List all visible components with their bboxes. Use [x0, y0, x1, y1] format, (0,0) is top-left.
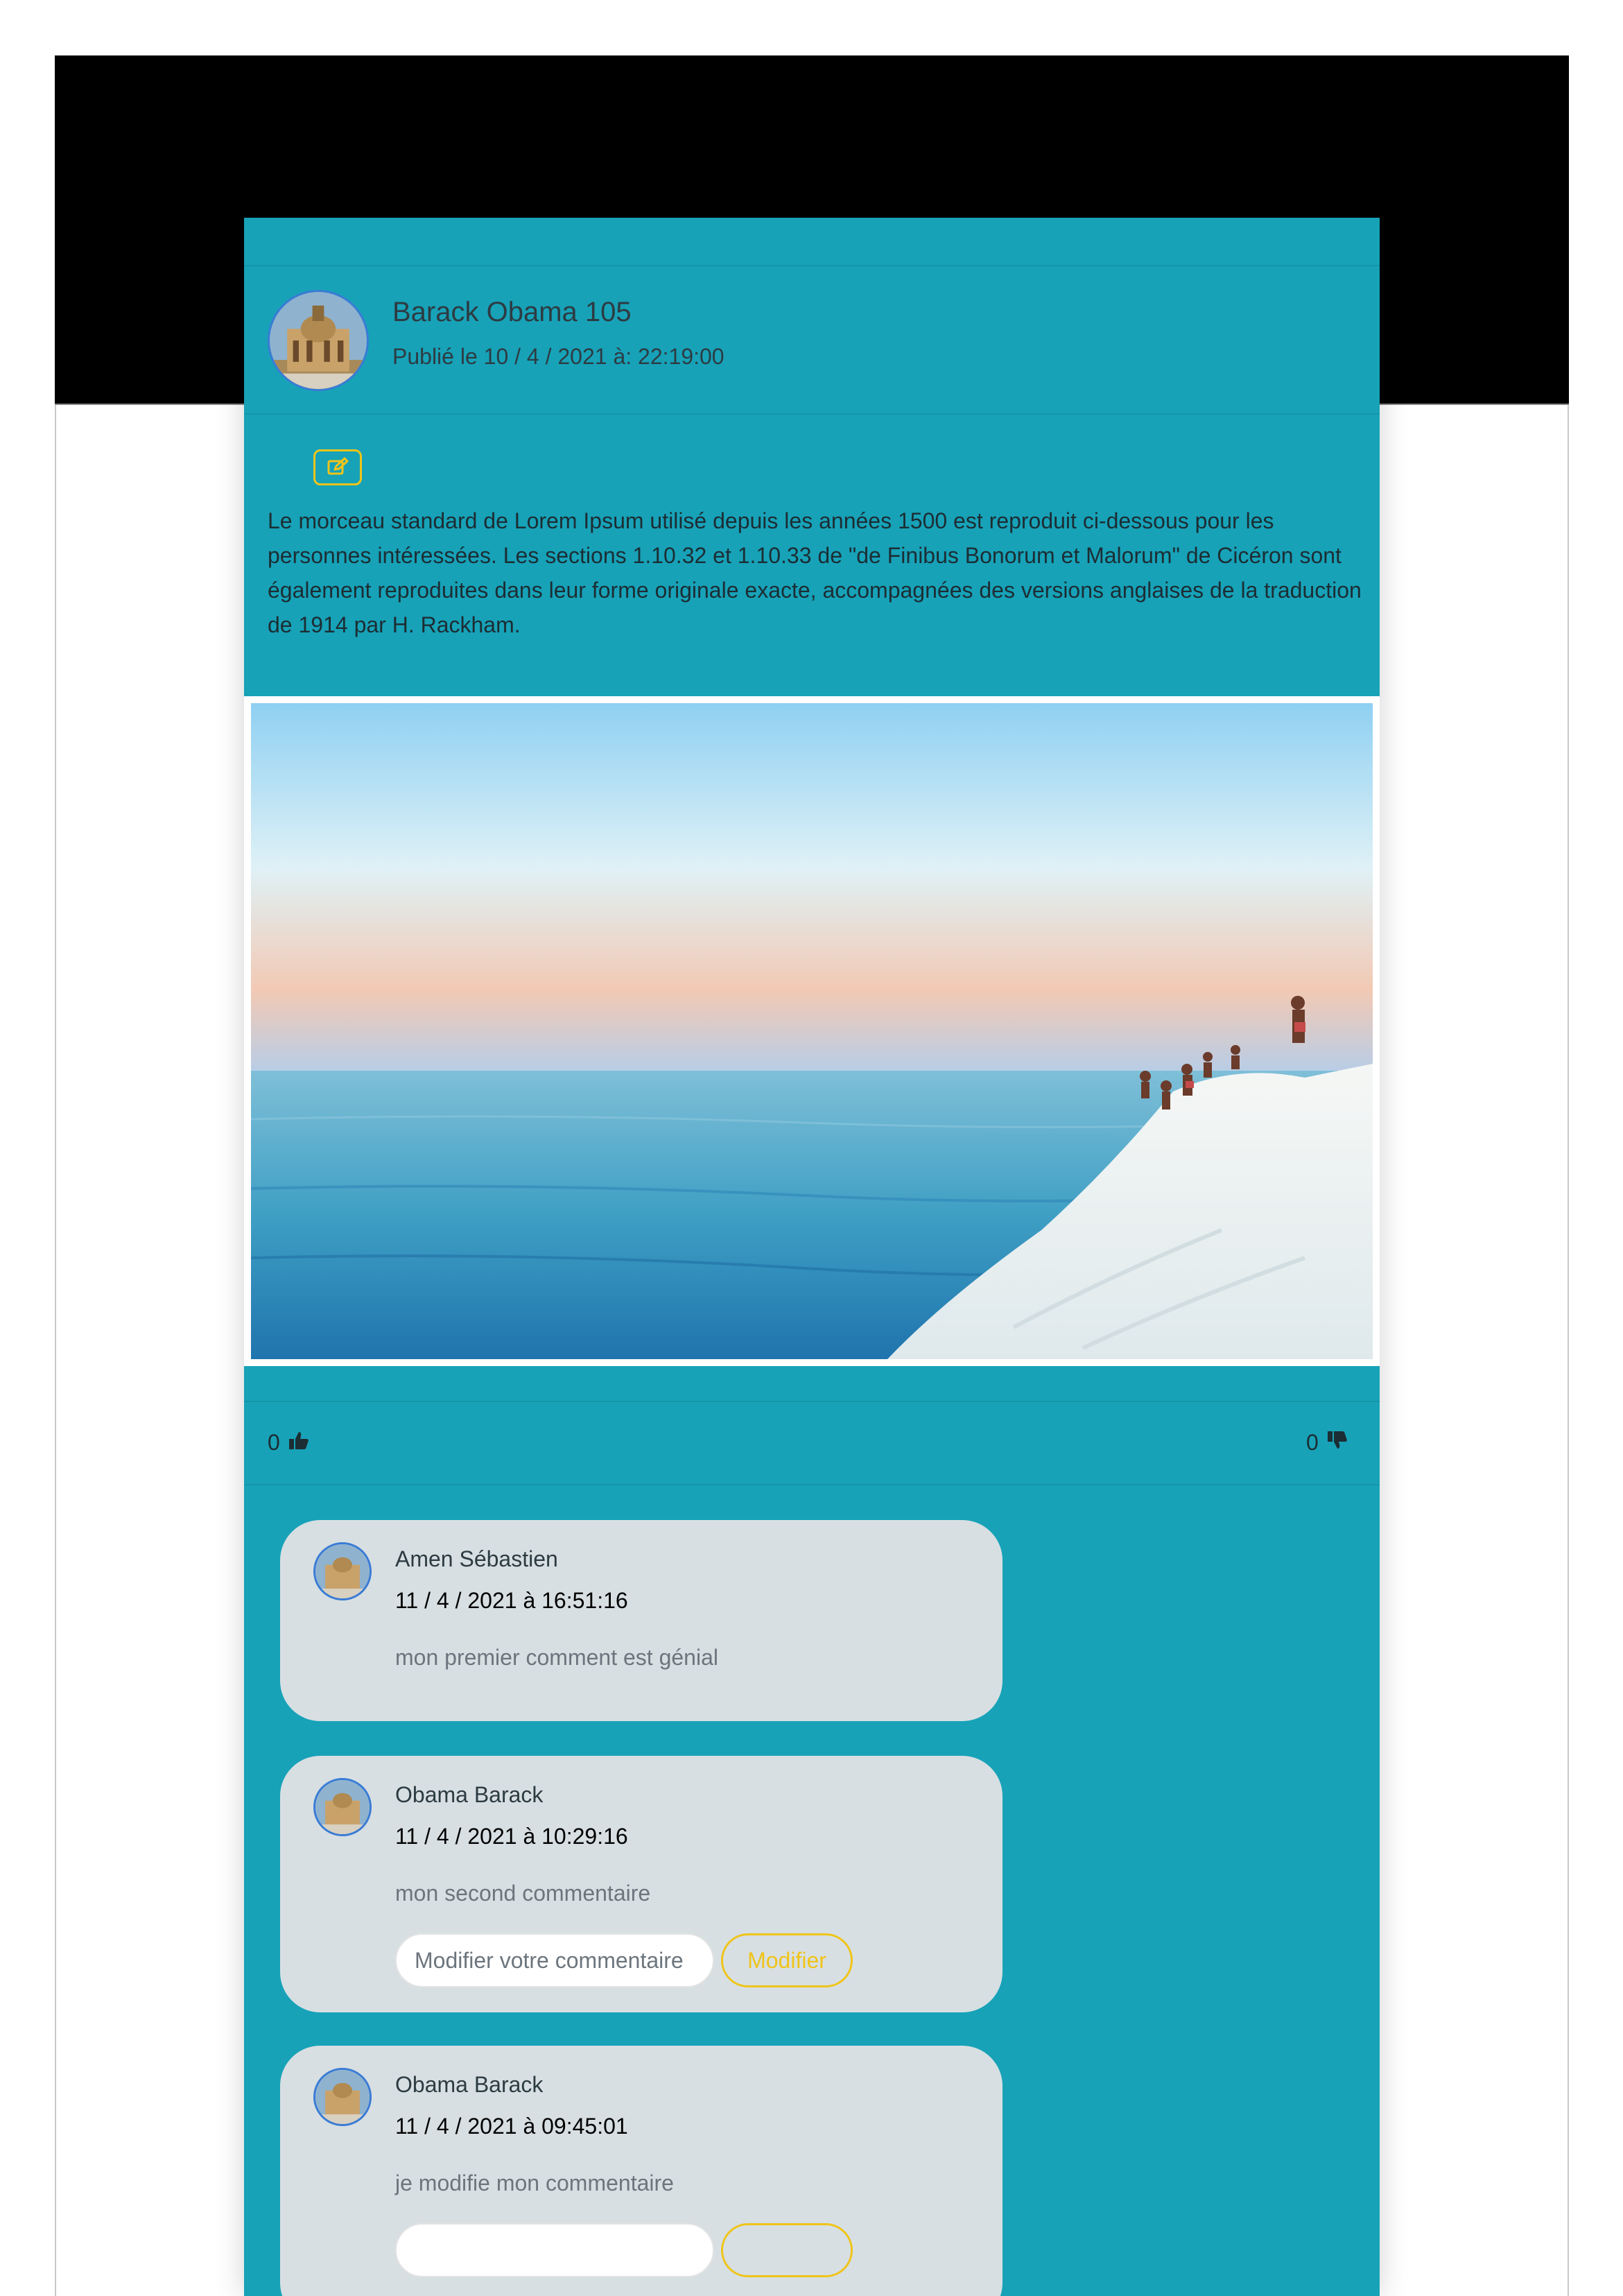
comment-author[interactable]: Obama Barack [395, 2072, 543, 2098]
comment-date: 11 / 4 / 2021 à 10:29:16 [395, 1824, 628, 1849]
comment-author[interactable]: Amen Sébastien [395, 1546, 558, 1572]
comment-text: mon premier comment est génial [395, 1645, 718, 1670]
comment-author[interactable]: Obama Barack [395, 1782, 543, 1808]
comment-avatar[interactable] [313, 1778, 372, 1836]
edit-comment-button[interactable]: Modifier [721, 1933, 853, 1987]
post-card: Barack Obama 105 Publié le 10 / 4 / 2021… [244, 218, 1380, 2296]
edit-comment-button[interactable] [721, 2223, 853, 2277]
author-name[interactable]: Barack Obama 105 [392, 297, 632, 328]
edit-comment-input[interactable] [395, 2223, 714, 2277]
comment-avatar[interactable] [313, 2068, 372, 2126]
comment-item: Obama Barack 11 / 4 / 2021 à 09:45:01 je… [280, 2046, 1003, 2296]
edit-icon [327, 457, 349, 478]
dislike-button[interactable]: 0 [1306, 1430, 1348, 1456]
edit-comment-input[interactable] [395, 1933, 714, 1987]
comment-date: 11 / 4 / 2021 à 16:51:16 [395, 1588, 628, 1613]
post-date: Publié le 10 / 4 / 2021 à: 22:19:00 [392, 344, 724, 369]
divider [244, 265, 1380, 266]
divider [244, 413, 1380, 415]
like-count: 0 [268, 1430, 280, 1455]
comment-text: je modifie mon commentaire [395, 2170, 674, 2195]
comment-avatar[interactable] [313, 1542, 372, 1600]
post-body: Le morceau standard de Lorem Ipsum utili… [268, 508, 1362, 637]
post-image[interactable] [244, 696, 1380, 1366]
dislike-count: 0 [1306, 1430, 1319, 1455]
author-avatar[interactable] [268, 290, 369, 391]
thumbs-down-icon [1327, 1430, 1348, 1456]
divider [244, 1484, 1380, 1485]
comment-date: 11 / 4 / 2021 à 09:45:01 [395, 2114, 628, 2139]
comment-item: Amen Sébastien 11 / 4 / 2021 à 16:51:16 … [280, 1520, 1003, 1721]
divider [244, 1401, 1380, 1402]
comment-item: Obama Barack 11 / 4 / 2021 à 10:29:16 mo… [280, 1756, 1003, 2012]
edit-post-button[interactable] [313, 449, 362, 485]
comment-text: mon second commentaire [395, 1881, 651, 1906]
like-button[interactable]: 0 [268, 1430, 309, 1456]
thumbs-up-icon [288, 1430, 309, 1456]
